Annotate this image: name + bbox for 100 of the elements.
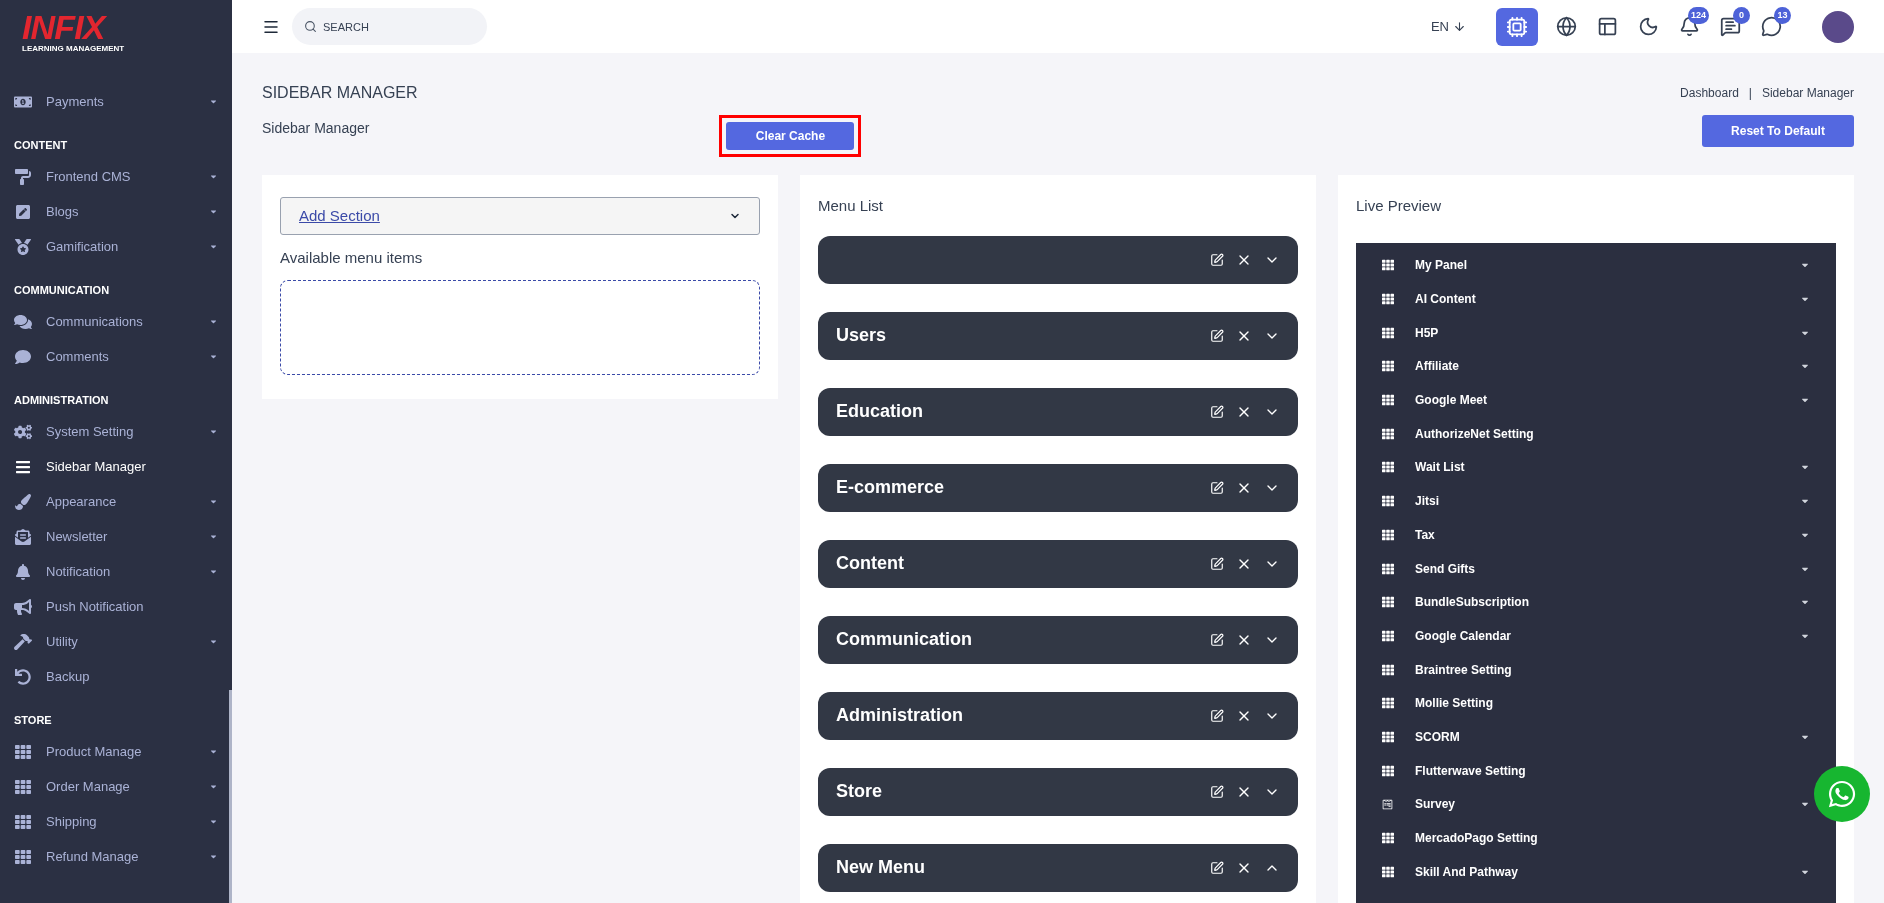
menu-section[interactable]: Users (818, 311, 1298, 360)
sidebar-item[interactable]: Payments (0, 84, 232, 119)
sidebar-item[interactable]: Gamification (0, 229, 232, 264)
menu-section[interactable]: Administration (818, 691, 1298, 740)
page-title: SIDEBAR MANAGER (262, 83, 418, 103)
section-subtitle: Sidebar Manager (262, 119, 370, 138)
clear-cache-button[interactable]: Clear Cache (726, 122, 855, 150)
edit-icon[interactable] (1210, 252, 1224, 267)
layout-icon[interactable] (1597, 16, 1618, 37)
sidebar-item[interactable]: Newsletter (0, 519, 232, 554)
arrow-down-icon (1453, 20, 1466, 33)
sidebar-item[interactable]: Refund Manage (0, 839, 232, 874)
menu-section[interactable] (818, 235, 1298, 284)
preview-menu-item[interactable]: Jitsi (1382, 484, 1810, 518)
menu-section[interactable]: E-commerce (818, 463, 1298, 512)
preview-menu-item[interactable]: BundleSubscription (1382, 585, 1810, 620)
language-selector[interactable]: EN (1430, 16, 1466, 37)
available-items-label: Available menu items (280, 248, 424, 268)
sidebar-heading: STORE (13, 712, 53, 728)
count-badge: 124 (1687, 7, 1709, 24)
edit-icon[interactable] (1210, 404, 1224, 419)
preview-menu-item[interactable]: My Panel (1382, 248, 1810, 283)
grid-icon (1382, 730, 1394, 743)
breadcrumb-current: Sidebar Manager (1761, 85, 1854, 102)
edit-icon[interactable] (1210, 632, 1224, 647)
section-select[interactable]: Add Section (280, 197, 760, 235)
message-icon[interactable] (1720, 16, 1741, 37)
avatar[interactable] (1822, 10, 1854, 43)
sidebar-item[interactable]: Notification (0, 554, 232, 589)
sidebar-item[interactable]: Comments (0, 339, 232, 374)
grid-icon (1382, 865, 1394, 878)
sidebar-heading: COMMUNICATION (13, 282, 111, 298)
preview-menu-item[interactable]: Affiliate (1382, 349, 1810, 384)
chat-icon[interactable] (1761, 16, 1782, 37)
breadcrumb-link[interactable]: Dashboard (1680, 84, 1739, 102)
chat-bubbles-icon (14, 313, 32, 330)
sidebar-item[interactable]: Appearance (0, 484, 232, 519)
grid-icon (1382, 629, 1394, 642)
card-title: Menu List (818, 196, 885, 216)
preview-menu-item[interactable]: Tax (1382, 518, 1810, 552)
preview-menu-item[interactable]: H5P (1382, 315, 1810, 350)
sidebar-item[interactable]: Product Manage (0, 734, 232, 769)
count-badge: 0 (1733, 7, 1750, 24)
preview-menu-item[interactable]: Skill And Pathway (1382, 854, 1810, 889)
preview-menu-item[interactable]: Google Meet (1382, 383, 1810, 417)
count-badge: 13 (1774, 7, 1791, 24)
edit-icon[interactable] (1210, 784, 1224, 799)
grid-icon (1382, 293, 1394, 306)
medal-icon (14, 238, 32, 255)
sidebar-item[interactable]: Blogs (0, 194, 232, 229)
grid-icon (1382, 394, 1394, 407)
menu-section[interactable]: Content (818, 539, 1298, 588)
edit-icon[interactable] (1210, 328, 1224, 343)
preview-menu-item[interactable]: Braintree Setting (1382, 652, 1810, 687)
menu-section[interactable]: Store (818, 767, 1298, 816)
menu-section[interactable]: Education (818, 387, 1298, 436)
edit-icon[interactable] (1210, 556, 1224, 571)
preview-menu-item[interactable]: Google Calendar (1382, 619, 1810, 653)
grid-icon (1382, 360, 1394, 373)
breadcrumb-separator: | (1748, 85, 1752, 102)
preview-menu-item[interactable]: SCORM (1382, 720, 1810, 754)
preview-menu-item[interactable]: Mollie Setting (1382, 686, 1810, 721)
menu-section[interactable]: New Menu (818, 843, 1298, 892)
search-field[interactable]: SEARCH (292, 8, 487, 45)
grid-icon (14, 743, 32, 760)
edit-icon[interactable] (1210, 860, 1224, 875)
menu-section[interactable]: Communication (818, 615, 1298, 664)
reset-button[interactable]: Reset To Default (1702, 115, 1854, 147)
preview-menu-item[interactable]: Send Gifts (1382, 551, 1810, 586)
sidebar-item[interactable]: Backup (0, 659, 232, 694)
sidebar-item[interactable]: System Setting (0, 414, 232, 449)
preview-menu-item[interactable]: AuthorizeNet Setting (1382, 416, 1810, 451)
preview-menu-item[interactable]: MercadoPago Setting (1382, 821, 1810, 855)
edit-icon[interactable] (1210, 480, 1224, 495)
grid-icon (1382, 528, 1394, 541)
whatsapp-icon (1827, 779, 1857, 809)
grid-icon (1382, 697, 1394, 710)
sidebar-item[interactable]: Utility (0, 624, 232, 659)
sidebar-item[interactable]: Order Manage (0, 769, 232, 804)
grid-icon (1382, 461, 1394, 474)
globe-icon[interactable] (1556, 16, 1577, 37)
sidebar-item[interactable]: Sidebar Manager (0, 449, 232, 484)
form-icon (1382, 798, 1393, 810)
preview-menu-item[interactable]: AI Content (1382, 282, 1810, 316)
preview-menu-item[interactable]: Survey (1382, 787, 1810, 822)
card-title: Live Preview (1356, 196, 1443, 216)
paint-roller-icon (14, 168, 32, 185)
sidebar-item[interactable]: Push Notification (0, 589, 232, 624)
edit-icon[interactable] (1210, 708, 1224, 723)
bell-icon[interactable] (1679, 16, 1700, 37)
paintbrush-icon (14, 493, 32, 510)
moon-icon[interactable] (1638, 16, 1659, 37)
sidebar-item[interactable]: Shipping (0, 804, 232, 839)
sidebar-item[interactable]: Communications (0, 304, 232, 339)
preview-menu-item[interactable]: Flutterwave Setting (1382, 753, 1810, 788)
preview-menu-item[interactable]: Wait List (1382, 450, 1810, 485)
sidebar-heading: CONTENT (13, 137, 69, 153)
sidebar-item[interactable]: Frontend CMS (0, 159, 232, 194)
ai-button[interactable] (1496, 7, 1538, 46)
grid-icon (14, 813, 32, 830)
